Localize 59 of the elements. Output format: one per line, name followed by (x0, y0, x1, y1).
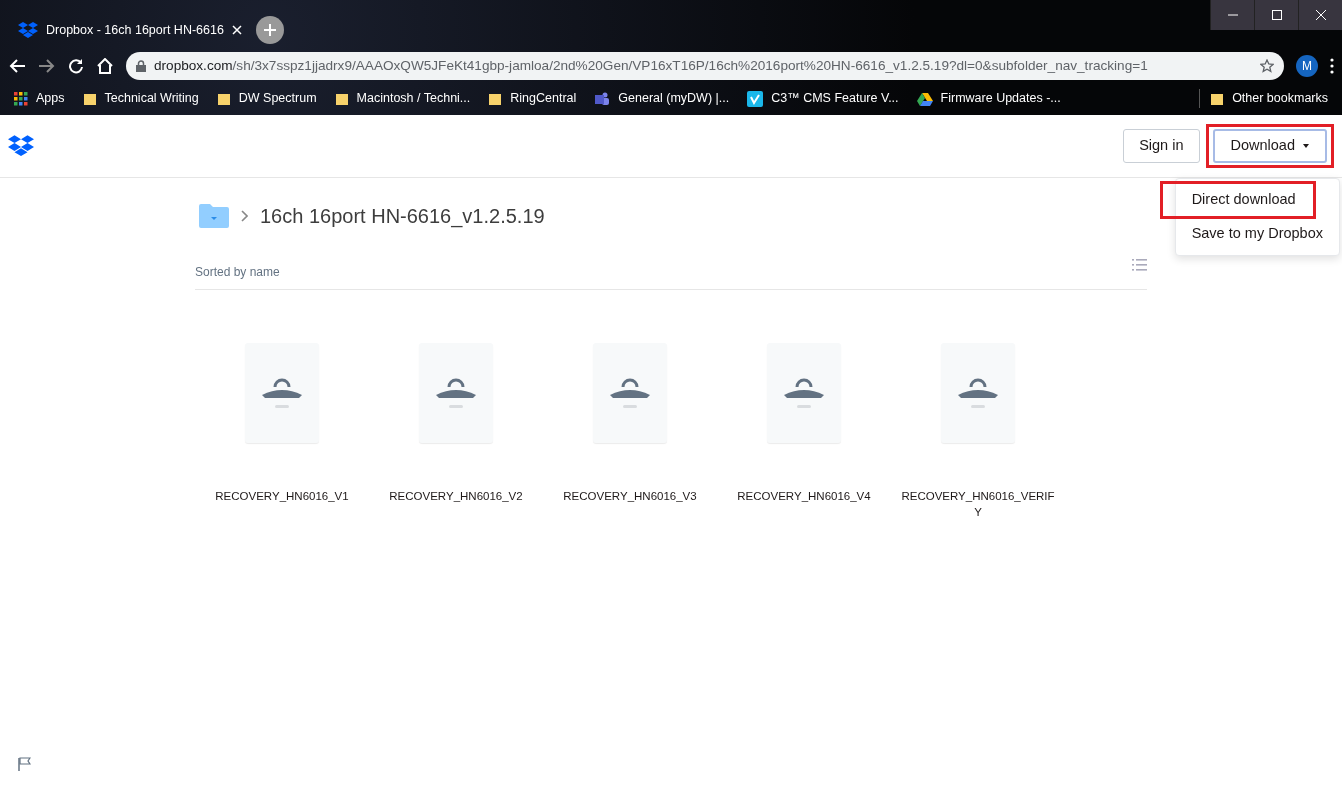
caret-icon (1303, 144, 1309, 148)
star-icon[interactable] (1260, 59, 1274, 73)
bookmark[interactable]: C3™ CMS Feature V... (747, 89, 899, 108)
flag-icon[interactable] (17, 757, 31, 771)
forward-arrow-icon[interactable] (38, 58, 56, 74)
file-thumbnail[interactable] (593, 343, 667, 443)
new-tab-button[interactable] (256, 16, 284, 44)
home-icon[interactable] (96, 58, 114, 74)
people-icon (594, 91, 611, 106)
dropbox-logo-icon[interactable] (8, 134, 36, 158)
file-type-icon (608, 377, 652, 409)
profile-avatar[interactable]: M (1296, 55, 1318, 77)
bookmark[interactable]: Macintosh / Techni... (334, 89, 471, 108)
folder-icon (488, 91, 503, 106)
triangle-logo-icon (916, 91, 933, 106)
bookmark[interactable]: RingCentral (488, 89, 577, 108)
sort-label: Sorted by name (195, 263, 280, 281)
file-name[interactable]: RECOVERY_HN6016_V1 (202, 489, 362, 505)
file-type-icon (782, 377, 826, 409)
bookmark[interactable]: General (myDW) |... (594, 89, 730, 108)
bookmark[interactable]: Other bookmarks (1199, 89, 1328, 108)
file-type-icon (956, 377, 1000, 409)
file-thumbnail[interactable] (941, 343, 1015, 443)
url-text: dropbox.com/sh/3x7sspz1jjadrx9/AAAOxQW5JFeKt41gbp-jamloa/2nd%20Gen/VP16xT16P/16ch%2016port%20HN-6616_v1.2.5.19?dl=0&subfolder_nav_tracking=1 (154, 56, 1149, 75)
chevron-right-icon (241, 210, 248, 222)
file-thumbnail[interactable] (245, 343, 319, 443)
bookmark[interactable]: Firmware Updates -... (916, 89, 1061, 108)
file-type-icon (260, 377, 304, 409)
v-logo-icon (747, 90, 764, 107)
download-button[interactable]: Download (1212, 129, 1327, 163)
file-name[interactable]: RECOVERY_HN6016_V2 (376, 489, 536, 505)
file-thumbnail[interactable] (767, 343, 841, 443)
dropbox-logo-icon (18, 21, 38, 39)
folder-icon (334, 91, 349, 106)
sign-in-button[interactable]: Sign in (1123, 129, 1200, 163)
folder-icon (1210, 91, 1225, 106)
browser-tab[interactable]: Dropbox - 16ch 16port HN-6616 (8, 12, 248, 48)
bookmark[interactable]: DW Spectrum (216, 89, 317, 108)
maximize-icon[interactable] (1270, 9, 1283, 21)
apps-grid-icon (14, 91, 28, 106)
folder-icon (82, 91, 97, 106)
close-icon[interactable] (1314, 9, 1327, 21)
menu-item[interactable]: Save to my Dropbox (1175, 218, 1339, 249)
plus-icon (264, 24, 276, 36)
bookmark[interactable]: Apps (14, 89, 65, 108)
file-name[interactable]: RECOVERY_HN6016_V3 (550, 489, 710, 505)
more-menu-icon[interactable] (1330, 58, 1334, 74)
close-icon[interactable] (231, 25, 242, 35)
file-name[interactable]: RECOVERY_HN6016_VERIFY (898, 489, 1058, 521)
back-arrow-icon[interactable] (8, 58, 26, 74)
file-name[interactable]: RECOVERY_HN6016_V4 (724, 489, 884, 505)
file-thumbnail[interactable] (419, 343, 493, 443)
folder-title: 16ch 16port HN-6616_v1.2.5.19 (260, 204, 545, 230)
lock-icon (136, 60, 146, 72)
reload-icon[interactable] (68, 58, 84, 74)
bookmark[interactable]: Technical Writing (82, 89, 199, 108)
file-type-icon (434, 377, 478, 409)
folder-icon (216, 91, 231, 106)
address-bar[interactable]: dropbox.com/sh/3x7sspz1jjadrx9/AAAOxQW5JFeKt41gbp-jamloa/2nd%20Gen/VP16xT16P/16ch%2016port%20HN-6616_v1.2.5.19?dl=0&subfolder_nav_tracking=1 (126, 52, 1284, 80)
